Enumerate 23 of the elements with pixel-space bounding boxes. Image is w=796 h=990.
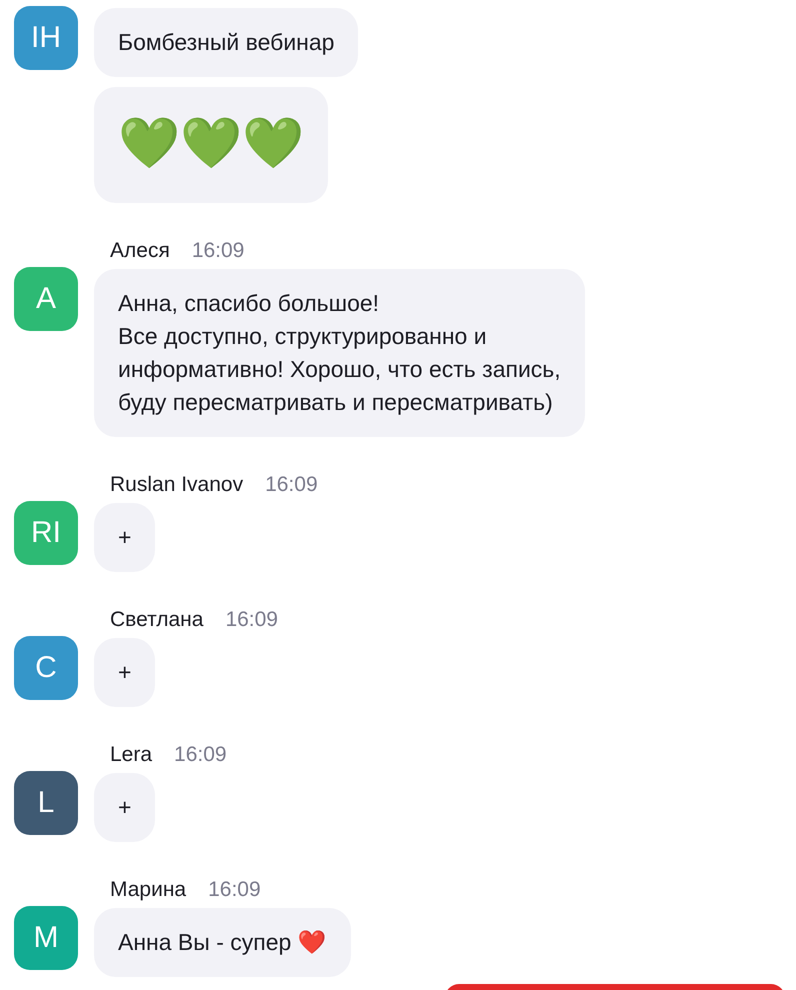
message-bubble: Бомбезный вебинар	[94, 8, 358, 77]
message-time: 16:09	[208, 878, 261, 902]
message-bubble: 💚💚💚	[94, 87, 328, 203]
sender-name: Светлана	[110, 608, 204, 632]
message-time: 16:09	[225, 608, 278, 632]
message-bubble: +	[94, 638, 156, 707]
message-bubble: Анна Вы - супер ❤	[94, 908, 351, 977]
message-time: 16:09	[265, 473, 318, 497]
sender-name: Ruslan Ivanov	[110, 473, 244, 497]
message-bubble: +	[94, 773, 156, 842]
sender-name: Алеся	[110, 239, 170, 263]
message-bubble: +	[94, 503, 156, 572]
avatar: С	[14, 636, 78, 700]
avatar: L	[14, 771, 78, 835]
avatar: M	[14, 906, 78, 970]
message-bubble: Анна, спасибо большое! Все доступно, структурированно и информативно! Хорошо, что есть запись, буду пересматривать и пересматривать)	[94, 269, 585, 437]
sender-name: Lera	[110, 743, 152, 767]
avatar: IH	[14, 6, 78, 70]
message-time: 16:09	[174, 743, 227, 767]
avatar: RI	[14, 501, 78, 565]
avatar: А	[14, 267, 78, 331]
message-time: 16:09	[192, 239, 244, 263]
sender-name: Марина	[110, 878, 186, 902]
